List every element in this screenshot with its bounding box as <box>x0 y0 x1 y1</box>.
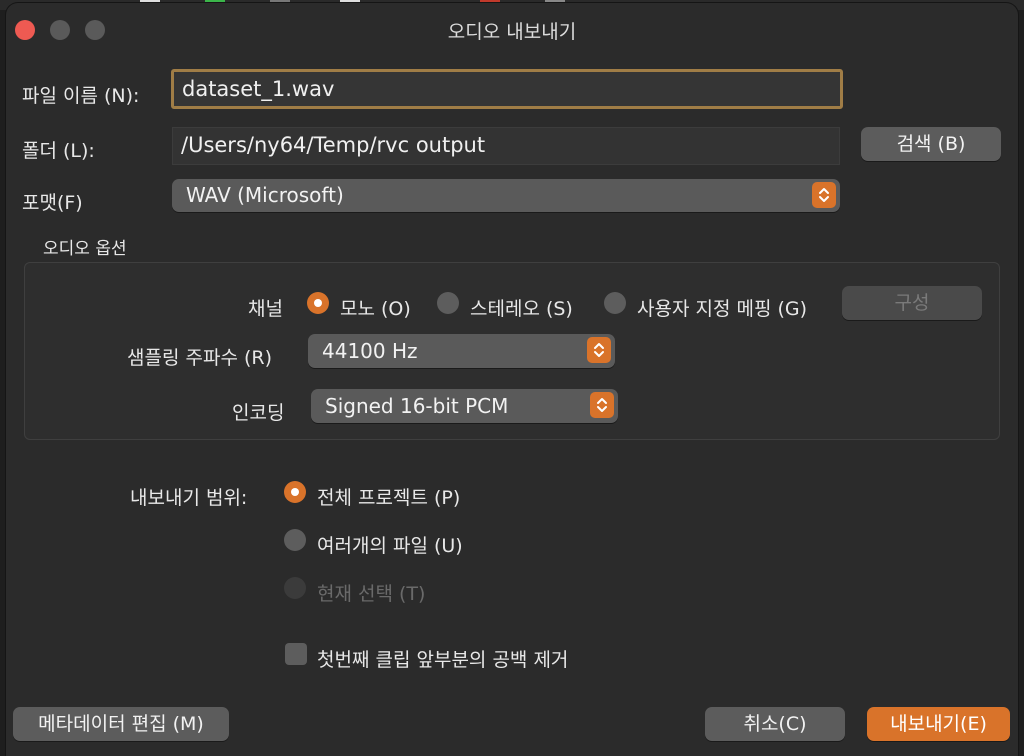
range-multiple-files-label[interactable]: 여러개의 파일 (U) <box>317 531 463 558</box>
browse-button[interactable]: 검색 (B) <box>861 127 1001 161</box>
channel-custom-label[interactable]: 사용자 지정 메핑 (G) <box>637 294 807 321</box>
channel-mono-label[interactable]: 모노 (O) <box>340 294 411 321</box>
dialog-title: 오디오 내보내기 <box>447 21 577 43</box>
cancel-button[interactable]: 취소(C) <box>705 707 845 741</box>
range-current-selection-label: 현재 선택 (T) <box>317 583 426 605</box>
trim-silence-checkbox[interactable] <box>285 643 307 665</box>
folder-input[interactable]: /Users/ny64/Temp/rvc output <box>172 127 840 165</box>
format-select[interactable]: WAV (Microsoft) <box>172 179 840 212</box>
channel-stereo-label[interactable]: 스테레오 (S) <box>470 294 573 321</box>
edit-metadata-button[interactable]: 메타데이터 편집 (M) <box>13 707 229 741</box>
range-current-selection-radio[interactable] <box>284 577 306 599</box>
stepper-icon <box>590 392 614 418</box>
encoding-value: Signed 16-bit PCM <box>325 394 509 418</box>
channel-custom-radio[interactable] <box>604 292 626 314</box>
format-label: 포맷(F) <box>22 192 83 214</box>
channel-stereo-radio[interactable] <box>437 292 459 314</box>
format-select-value: WAV (Microsoft) <box>186 183 344 207</box>
stepper-icon <box>587 337 611 363</box>
range-multiple-files-radio[interactable] <box>284 529 306 551</box>
export-range-label: 내보내기 범위: <box>130 487 248 509</box>
file-name-input[interactable]: dataset_1.wav <box>171 69 843 109</box>
folder-label: 폴더 (L): <box>22 140 95 162</box>
file-name-label: 파일 이름 (N): <box>22 85 140 107</box>
encoding-label: 인코딩 <box>232 402 285 424</box>
configure-button[interactable]: 구성 <box>842 286 982 320</box>
sample-rate-select[interactable]: 44100 Hz <box>308 334 615 368</box>
sample-rate-value: 44100 Hz <box>322 339 418 363</box>
range-whole-project-label[interactable]: 전체 프로젝트 (P) <box>317 483 460 510</box>
sample-rate-label: 샘플링 주파수 (R) <box>127 347 272 369</box>
channel-mono-radio[interactable] <box>307 292 329 314</box>
audio-options-title: 오디오 옵션 <box>43 239 127 259</box>
trim-silence-label[interactable]: 첫번째 클립 앞부분의 공백 제거 <box>317 645 568 672</box>
export-audio-dialog: 오디오 내보내기 파일 이름 (N): dataset_1.wav 폴더 (L)… <box>6 3 1018 756</box>
stepper-icon <box>812 182 836 208</box>
channel-label: 채널 <box>248 298 283 320</box>
range-whole-project-radio[interactable] <box>284 481 306 503</box>
encoding-select[interactable]: Signed 16-bit PCM <box>311 389 618 423</box>
export-button[interactable]: 내보내기(E) <box>867 707 1010 741</box>
title-bar: 오디오 내보내기 <box>6 3 1018 55</box>
